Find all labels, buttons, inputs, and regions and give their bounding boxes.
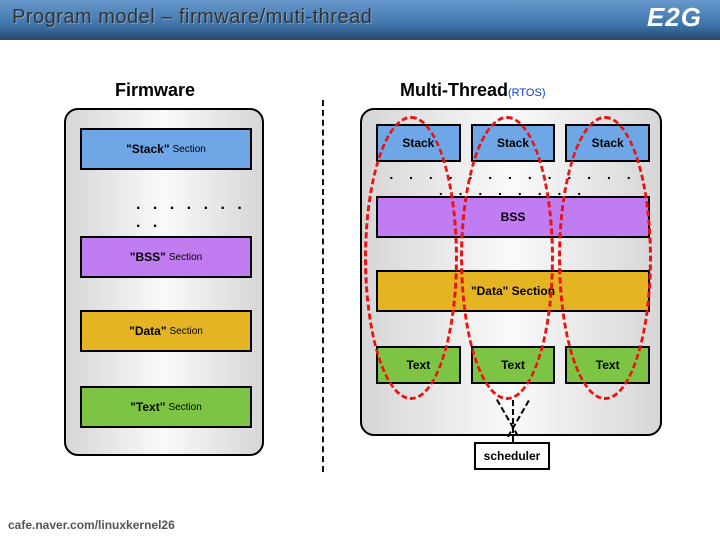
firmware-text-sub: Section [168, 402, 201, 413]
firmware-bss-sub: Section [169, 252, 202, 263]
logo-text: E2G [647, 2, 702, 33]
firmware-text-segment: "Text" Section [80, 386, 252, 428]
thread-ellipse [558, 116, 652, 400]
firmware-title: Firmware [115, 80, 195, 101]
firmware-text-label: "Text" [130, 400, 165, 414]
thread-ellipse [460, 116, 554, 400]
firmware-data-label: "Data" [129, 324, 166, 338]
thread-ellipse [364, 116, 458, 400]
scheduler-connector [512, 400, 514, 442]
multithread-subtitle: (RTOS) [508, 87, 546, 99]
slide-title: Program model – firmware/muti-thread [12, 6, 372, 29]
firmware-bss-segment: "BSS" Section [80, 236, 252, 278]
firmware-bss-label: "BSS" [130, 250, 166, 264]
firmware-stack-sub: Section [173, 144, 206, 155]
multithread-title-text: Multi-Thread [400, 80, 508, 100]
scheduler-box: scheduler [474, 442, 550, 470]
firmware-ellipsis: . . . . . . . . . [136, 196, 262, 232]
firmware-box: "Stack" Section . . . . . . . . . "BSS" … [64, 108, 264, 456]
firmware-stack-segment: "Stack" Section [80, 128, 252, 170]
vertical-divider [322, 100, 324, 472]
multithread-title: Multi-Thread(RTOS) [400, 80, 546, 101]
firmware-data-segment: "Data" Section [80, 310, 252, 352]
firmware-stack-label: "Stack" [126, 142, 169, 156]
footer-url: cafe.naver.com/linuxkernel26 [8, 518, 175, 532]
firmware-data-sub: Section [170, 326, 203, 337]
title-bar: Program model – firmware/muti-thread E2G [0, 0, 720, 40]
